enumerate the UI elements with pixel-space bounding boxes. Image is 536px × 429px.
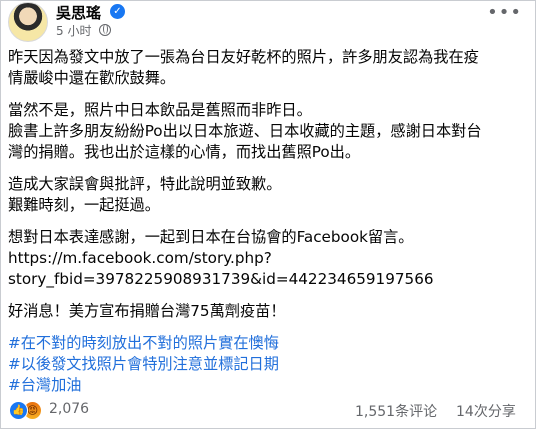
paragraph-4: 想對日本表達感謝，一起到日本在台協會的Facebook留言。 https://m…: [8, 227, 528, 290]
hashtag-link[interactable]: #在不對的時刻放出不對的照片實在懊悔: [8, 333, 528, 354]
story-link[interactable]: https://m.facebook.com/story.php?: [8, 248, 528, 269]
text-line: 情嚴峻中還在歡欣鼓舞。: [8, 69, 176, 87]
post-body: 昨天因為發文中放了一張為台日友好乾杯的照片，許多朋友認為我在疫 情嚴峻中還在歡欣…: [8, 47, 528, 396]
author-name[interactable]: 吳思瑤: [56, 2, 101, 23]
verified-badge-icon: ✓: [110, 4, 125, 19]
text-line: 昨天因為發文中放了一張為台日友好乾杯的照片，許多朋友認為我在疫: [8, 48, 479, 66]
text-line: 灣的捐贈。我也出於這樣的心情，而找出舊照Po出。: [8, 143, 361, 161]
like-reaction-icon[interactable]: 👍: [9, 401, 28, 420]
post-time[interactable]: 5 小时: [56, 24, 91, 38]
text-line: 造成大家誤會與批評，特此說明並致歉。: [8, 175, 282, 193]
paragraph-3: 造成大家誤會與批評，特此說明並致歉。 艱難時刻，一起挺過。: [8, 174, 528, 216]
comments-count[interactable]: 1,551条评论: [355, 401, 437, 421]
shares-count[interactable]: 14次分享: [456, 401, 516, 421]
hashtag-link[interactable]: #以後發文找照片會特別注意並標記日期: [8, 354, 528, 375]
post-meta: 5 小时: [56, 22, 112, 39]
reaction-count[interactable]: 2,076: [49, 401, 89, 417]
more-options-icon[interactable]: •••: [487, 2, 522, 23]
post-footer: 👍 😡 2,076 1,551条评论 14次分享: [0, 397, 536, 427]
paragraph-1: 昨天因為發文中放了一張為台日友好乾杯的照片，許多朋友認為我在疫 情嚴峻中還在歡欣…: [8, 47, 528, 89]
story-link[interactable]: story_fbid=3978225908931739&id=442234659…: [8, 269, 528, 290]
text-line: 好消息！美方宣布捐贈台灣75萬劑疫苗！: [8, 302, 286, 320]
author-avatar[interactable]: [8, 2, 48, 42]
text-line: 臉書上許多朋友紛紛Po出以日本旅遊、日本收藏的主題，感謝日本對台: [8, 122, 482, 140]
paragraph-2: 當然不是，照片中日本飲品是舊照而非昨日。 臉書上許多朋友紛紛Po出以日本旅遊、日…: [8, 100, 528, 163]
hashtag-list: #在不對的時刻放出不對的照片實在懊悔 #以後發文找照片會特別注意並標記日期 #台…: [8, 333, 528, 396]
globe-icon: [99, 24, 112, 36]
post-header: 吳思瑤 ✓ 5 小时 •••: [0, 0, 536, 42]
paragraph-5: 好消息！美方宣布捐贈台灣75萬劑疫苗！: [8, 301, 528, 322]
hashtag-link[interactable]: #台灣加油: [8, 375, 528, 396]
text-line: 艱難時刻，一起挺過。: [8, 196, 160, 214]
text-line: 當然不是，照片中日本飲品是舊照而非昨日。: [8, 101, 312, 119]
text-line: 想對日本表達感謝，一起到日本在台協會的Facebook留言。: [8, 228, 414, 246]
